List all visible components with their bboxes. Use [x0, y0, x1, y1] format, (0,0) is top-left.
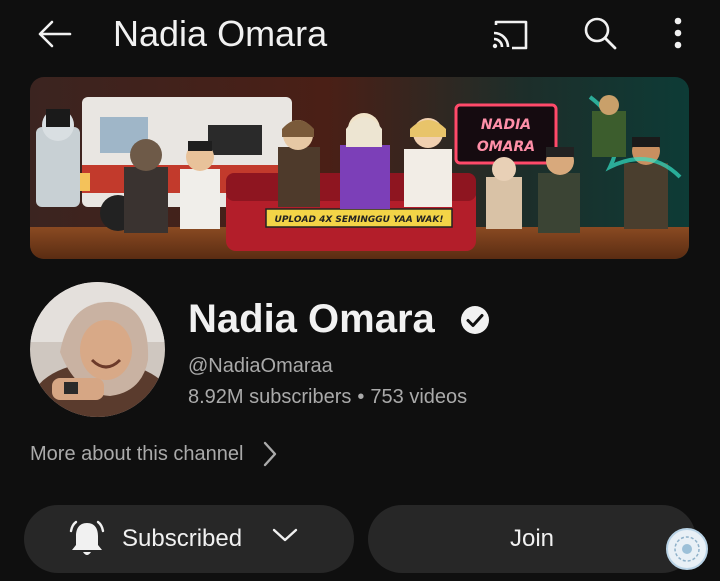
page-title: Nadia Omara	[113, 13, 328, 54]
banner-image: UPLOAD 4X SEMINGGU YAA WAK! NADIA OMARA	[30, 77, 689, 259]
search-icon	[584, 17, 617, 50]
stats-separator: •	[357, 386, 365, 408]
more-about-label: More about this channel	[30, 442, 244, 465]
cast-icon	[492, 20, 528, 50]
join-button[interactable]: Join	[368, 505, 696, 573]
channel-name: Nadia Omara	[188, 297, 435, 341]
more-options-button[interactable]	[656, 10, 700, 56]
subscribed-label: Subscribed	[122, 525, 243, 552]
banner-sign-line2: OMARA	[477, 139, 535, 155]
verified-check-icon	[461, 306, 489, 334]
cast-button[interactable]	[486, 12, 534, 56]
banner-sofa-text: UPLOAD 4X SEMINGGU YAA WAK!	[275, 215, 444, 225]
subscriber-count: 8.92M subscribers	[188, 386, 352, 408]
channel-banner: UPLOAD 4X SEMINGGU YAA WAK! NADIA OMARA	[30, 77, 689, 259]
banner-sign-line1: NADIA	[481, 117, 531, 133]
more-about-channel-link[interactable]: More about this channel	[30, 438, 277, 470]
join-label: Join	[509, 525, 555, 552]
video-count: 753 videos	[370, 386, 468, 408]
watermark-logo-icon	[666, 528, 708, 570]
bell-notification-icon	[69, 520, 105, 555]
search-button[interactable]	[576, 10, 624, 56]
subscribed-button[interactable]: Subscribed	[24, 505, 354, 573]
channel-avatar[interactable]	[30, 282, 165, 417]
avatar-image	[30, 282, 165, 417]
channel-stats: 8.92M subscribers • 753 videos	[188, 383, 467, 411]
channel-handle: @NadiaOmaraa	[188, 355, 333, 377]
back-button[interactable]	[30, 12, 78, 56]
top-app-bar: Nadia Omara	[0, 0, 720, 70]
chevron-right-icon	[263, 441, 277, 467]
more-vertical-icon	[674, 17, 682, 49]
chevron-down-icon	[272, 528, 298, 542]
arrow-left-icon	[38, 20, 72, 48]
